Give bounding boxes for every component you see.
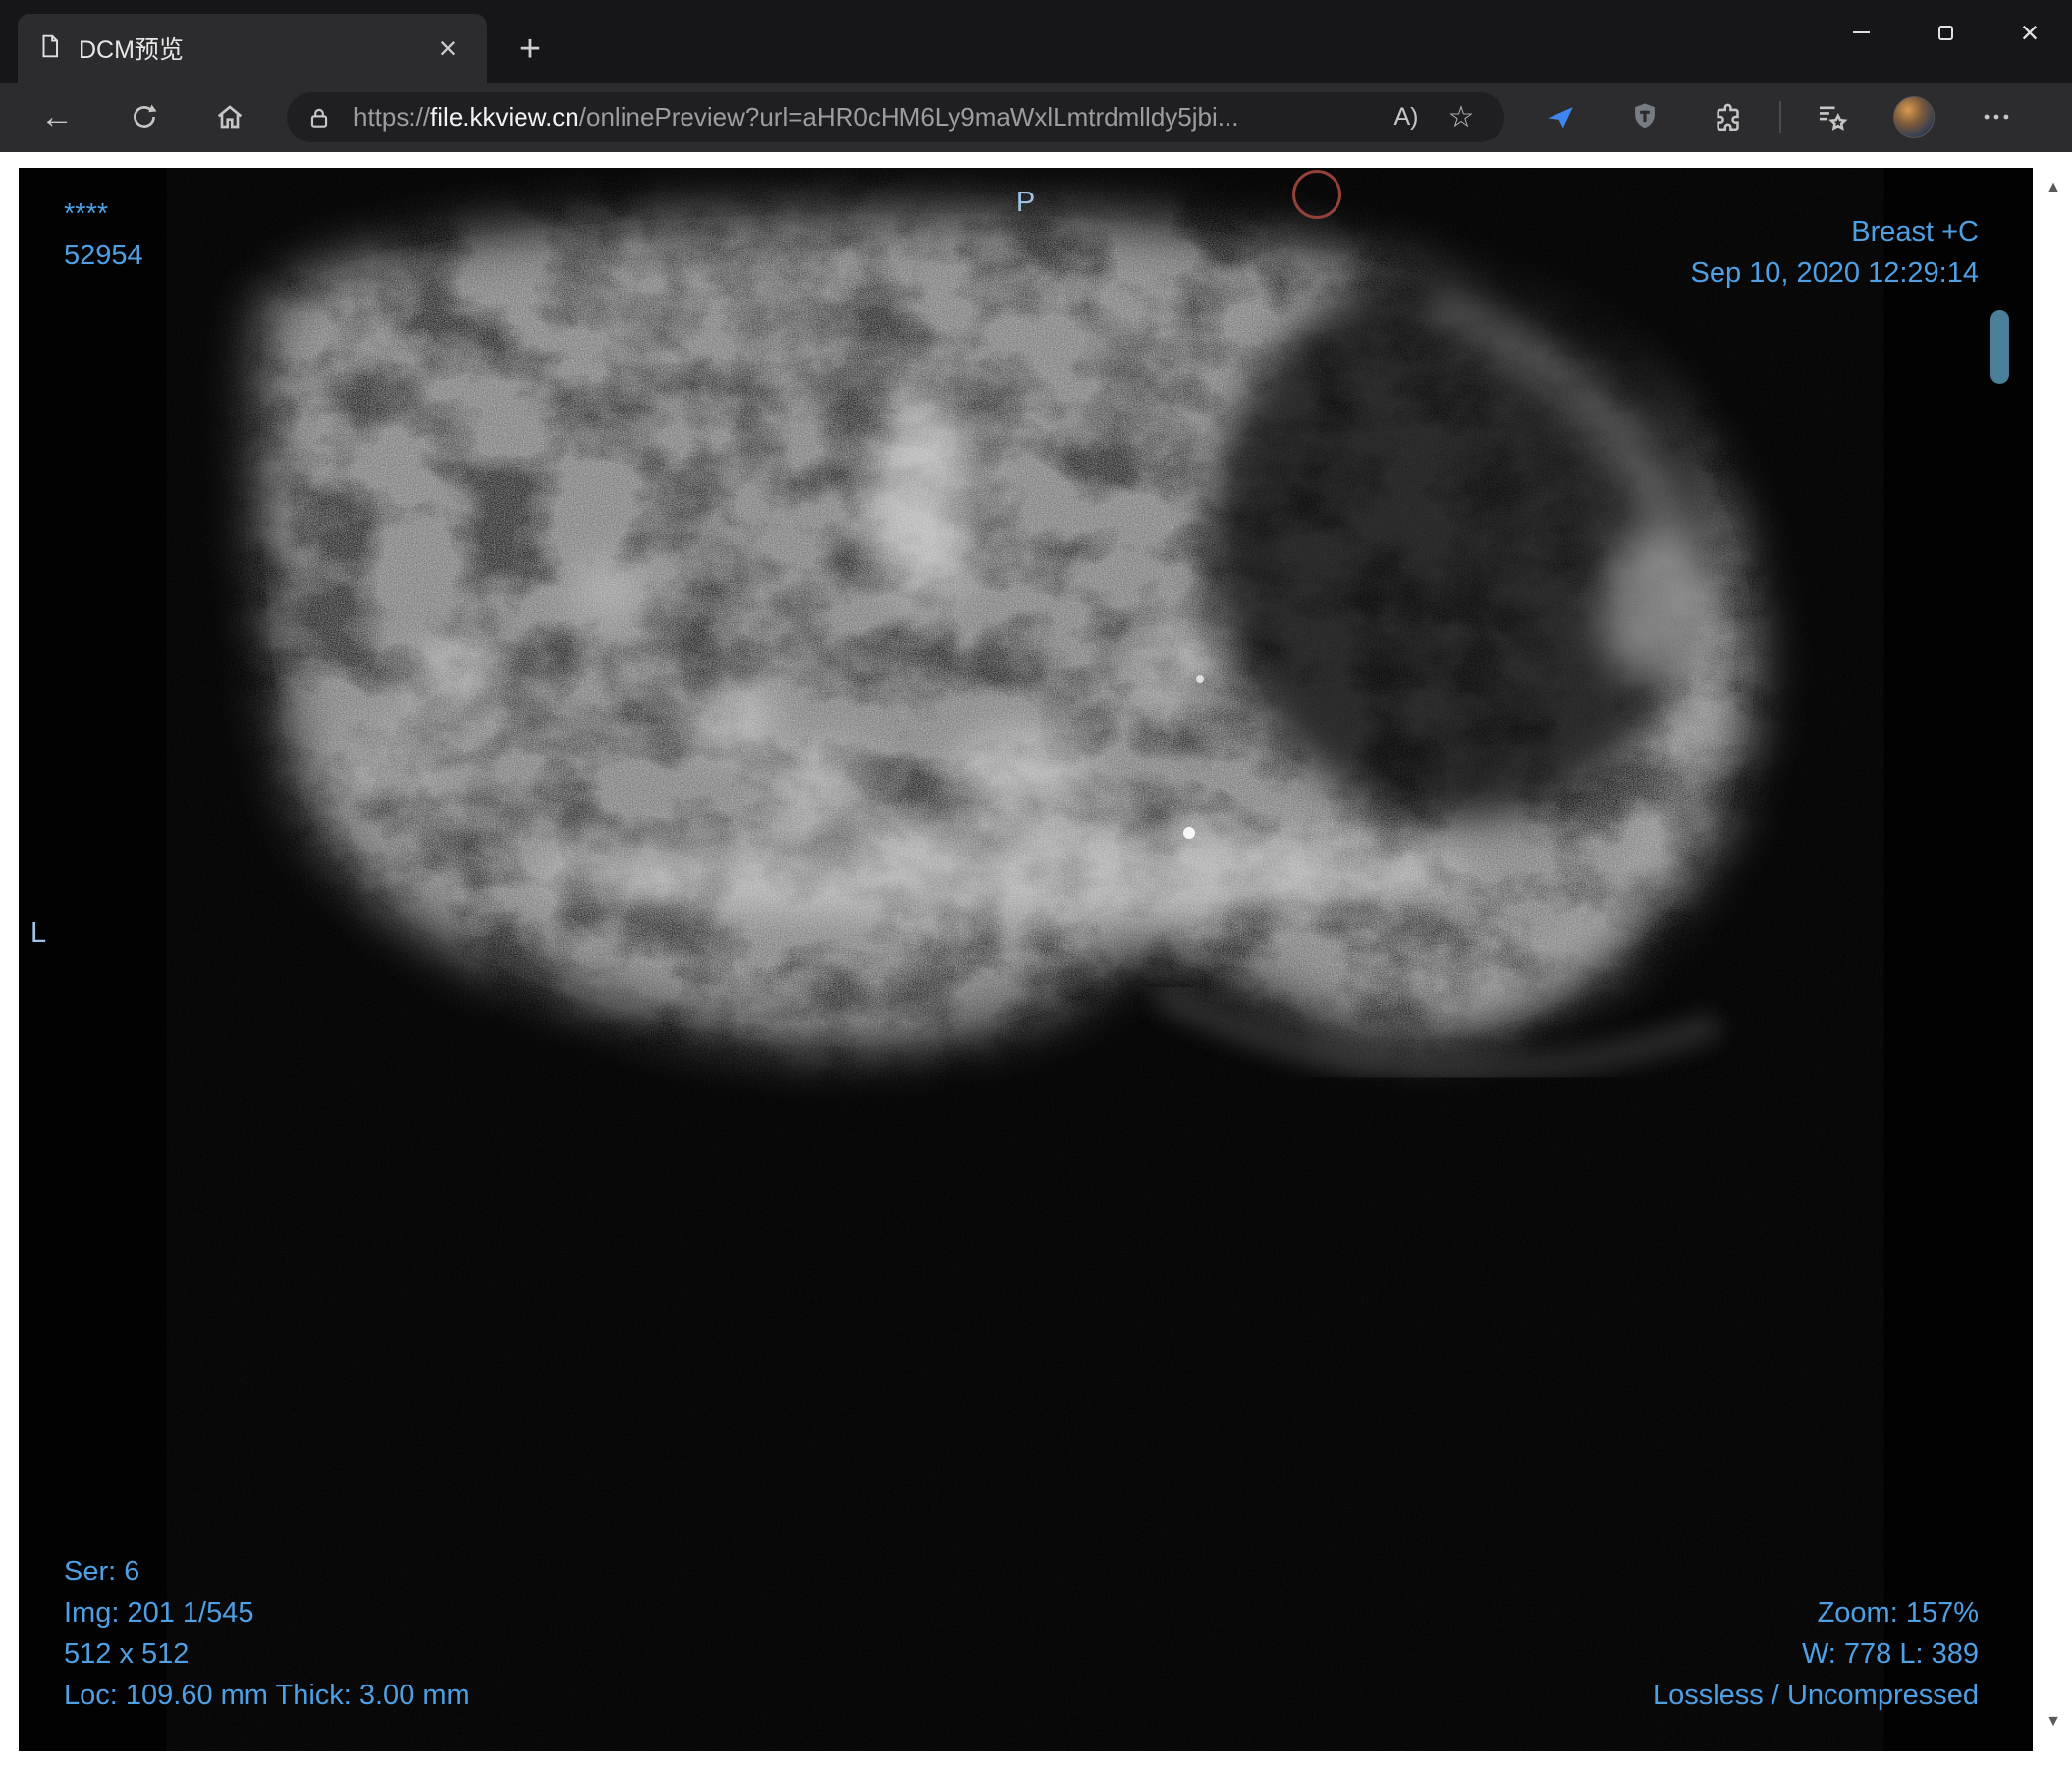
overlay-window-level: W: 778 L: 389	[1801, 1638, 1979, 1670]
dicom-canvas[interactable]: **** 52954 P Breast +C Sep 10, 2020 12:2…	[19, 168, 2033, 1751]
address-bar[interactable]: https://file.kkview.cn/onlinePreview?url…	[287, 92, 1504, 142]
overlay-study-datetime: Sep 10, 2020 12:29:14	[1690, 257, 1979, 289]
page-content: **** 52954 P Breast +C Sep 10, 2020 12:2…	[0, 152, 2072, 1768]
paper-plane-icon	[1548, 107, 1573, 129]
url-scheme: https://	[354, 102, 431, 132]
back-button[interactable]: ←	[31, 91, 82, 142]
scrollbar-up-arrow[interactable]: ▲	[2044, 180, 2063, 195]
orientation-marker-left: L	[30, 917, 47, 949]
url-host: file.kkview.cn	[430, 102, 579, 132]
mri-image	[19, 168, 2033, 1751]
annotation-circle	[1292, 170, 1341, 219]
favorites-hub-button[interactable]	[1809, 94, 1854, 139]
tab-strip: DCM预览 × + ×	[0, 0, 2072, 83]
overlay-zoom-level: Zoom: 157%	[1817, 1597, 1979, 1629]
overlay-image-number: Img: 201 1/545	[64, 1597, 254, 1629]
puzzle-icon	[1717, 103, 1739, 132]
overlay-series-block: Ser: 6 Img: 201 1/545 512 x 512 Loc: 109…	[64, 1551, 470, 1716]
lock-icon[interactable]	[306, 105, 332, 131]
profile-avatar[interactable]	[1893, 96, 1935, 138]
overlay-matrix-size: 512 x 512	[64, 1638, 190, 1670]
overlay-display-block: Zoom: 157% W: 778 L: 389 Lossless / Unco…	[1653, 1592, 1979, 1716]
extensions-button[interactable]	[1707, 94, 1752, 139]
refresh-icon	[134, 104, 157, 128]
new-tab-button[interactable]: +	[507, 26, 554, 73]
navigation-bar: ← https://file.kkview.cn/onlinePreview?u…	[0, 83, 2072, 152]
window-controls: ×	[1819, 0, 2072, 65]
overlay-compression: Lossless / Uncompressed	[1652, 1680, 1979, 1711]
overlay-slice-location: Loc: 109.60 mm Thick: 3.00 mm	[64, 1680, 470, 1711]
tab-close-button[interactable]: ×	[428, 28, 467, 68]
toolbar-icons	[1538, 91, 2019, 142]
extension-blue-icon[interactable]	[1538, 94, 1583, 139]
maximize-icon	[1937, 25, 1953, 40]
toolbar-divider	[1779, 101, 1781, 133]
window-minimize-button[interactable]	[1819, 0, 1903, 65]
overlay-study-block: Breast +C Sep 10, 2020 12:29:14	[1691, 211, 1979, 294]
favorites-list-star-icon	[1819, 106, 1848, 131]
overlay-series-number: Ser: 6	[64, 1556, 140, 1587]
favorite-star-icon[interactable]: ☆	[1438, 96, 1485, 139]
extension-shield-icon[interactable]	[1622, 94, 1667, 139]
settings-more-button[interactable]	[1974, 94, 2019, 139]
overlay-study-description: Breast +C	[1851, 216, 1979, 248]
scrollbar-down-arrow[interactable]: ▼	[2044, 1714, 2063, 1730]
home-button[interactable]	[204, 91, 255, 142]
read-aloud-icon[interactable]: A)	[1383, 96, 1430, 139]
minimize-icon	[1852, 31, 1870, 33]
ellipsis-icon	[1984, 114, 2009, 120]
browser-window: DCM预览 × + × ← https://file.kkview.cn/onl…	[0, 0, 2072, 1768]
page-document-icon	[37, 33, 63, 64]
image-stack-scrollbar-thumb[interactable]	[1990, 310, 2009, 384]
window-close-button[interactable]: ×	[1988, 0, 2072, 65]
tab-dcm-preview[interactable]: DCM预览 ×	[18, 14, 487, 83]
shield-icon	[1635, 103, 1655, 129]
tab-title: DCM预览	[79, 36, 184, 64]
window-maximize-button[interactable]	[1903, 0, 1988, 65]
home-icon	[217, 105, 243, 129]
overlay-patient-id: 52954	[64, 240, 143, 271]
url-path: /onlinePreview?url=aHR0cHM6Ly9maWxlLmtrd…	[578, 102, 1239, 132]
refresh-button[interactable]	[119, 91, 170, 142]
url-text: https://file.kkview.cn/onlinePreview?url…	[354, 102, 1375, 133]
